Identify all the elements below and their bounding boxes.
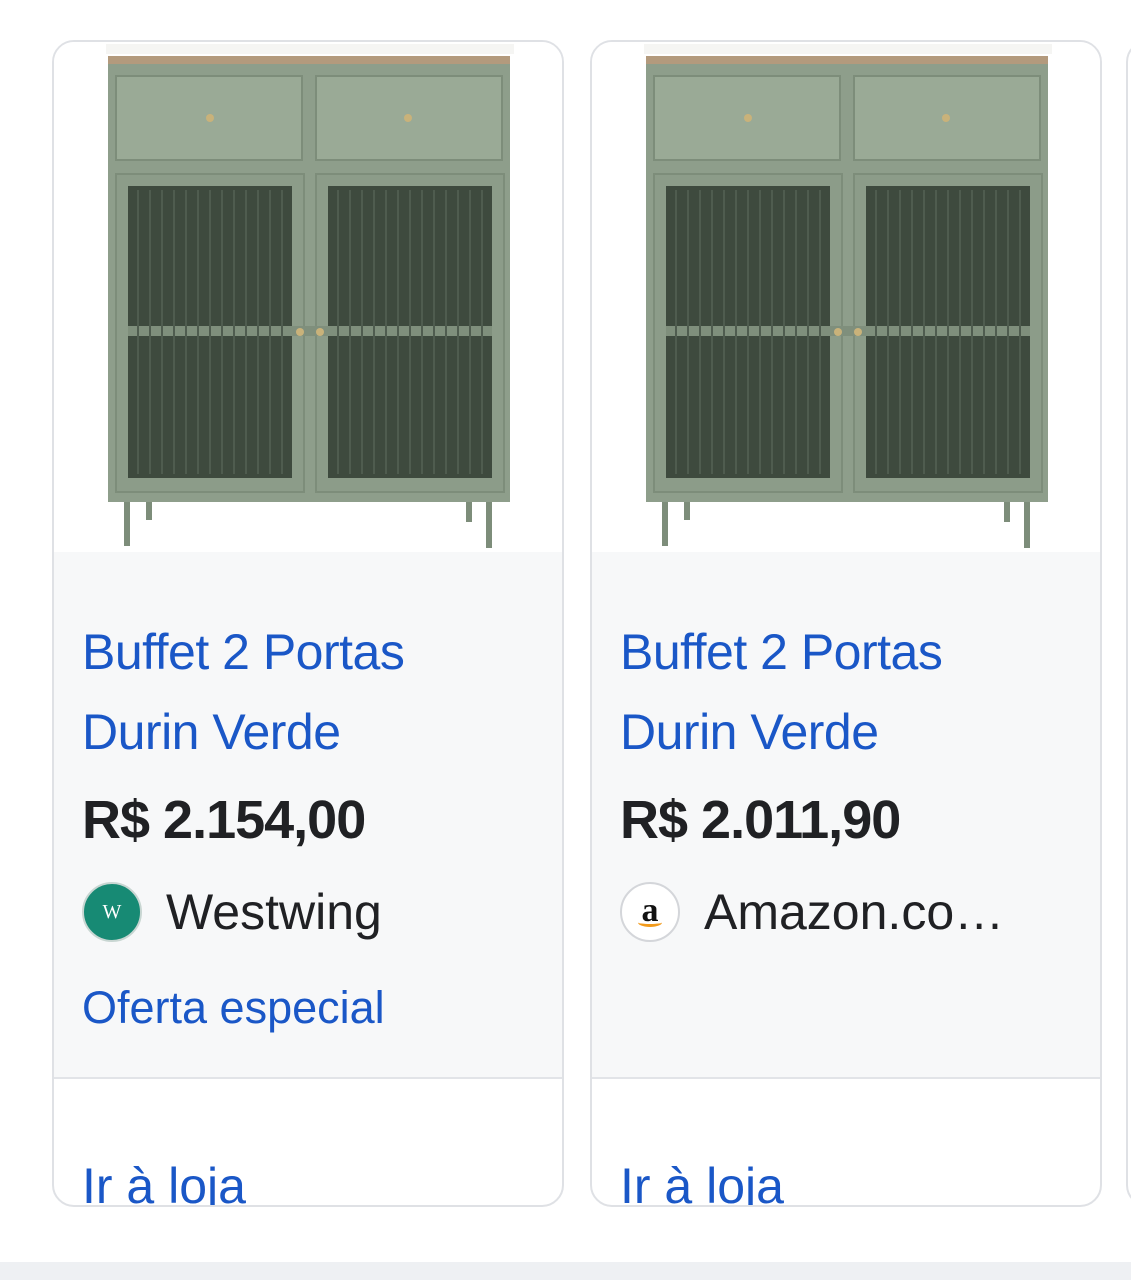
store-info: a Amazon.co… (620, 880, 1004, 944)
amazon-logo-icon: a (620, 882, 680, 942)
product-card[interactable]: Buffet 2 Portas Durin Verde R$ 2.154,00 … (52, 40, 564, 1207)
store-name: Amazon.co… (704, 884, 1005, 940)
amazon-smile-icon (638, 918, 662, 927)
cabinet-image (106, 44, 514, 548)
product-image[interactable] (54, 42, 562, 552)
product-title-line1: Buffet 2 Portas (620, 624, 943, 680)
product-title-line2: Durin Verde (620, 704, 879, 760)
next-product-card-partial[interactable] (1126, 40, 1131, 1207)
product-card[interactable]: Buffet 2 Portas Durin Verde R$ 2.011,90 … (590, 40, 1102, 1207)
product-title[interactable]: Buffet 2 Portas Durin Verde (82, 612, 522, 772)
product-title-line1: Buffet 2 Portas (82, 624, 405, 680)
go-to-store-link[interactable]: Ir à loja (620, 1157, 784, 1205)
westwing-logo-icon: W (82, 882, 142, 942)
page-bottom-strip (0, 1262, 1131, 1280)
product-price: R$ 2.154,00 (82, 790, 366, 850)
product-price: R$ 2.011,90 (620, 790, 901, 850)
cabinet-image (644, 44, 1052, 548)
store-info: W Westwing (82, 880, 382, 944)
go-to-store-link[interactable]: Ir à loja (82, 1157, 246, 1205)
divider (54, 1077, 562, 1079)
store-name: Westwing (166, 884, 382, 940)
product-title[interactable]: Buffet 2 Portas Durin Verde (620, 612, 1060, 772)
product-title-line2: Durin Verde (82, 704, 341, 760)
divider (592, 1077, 1100, 1079)
special-offer-link[interactable]: Oferta especial (82, 982, 385, 1034)
product-image[interactable] (592, 42, 1100, 552)
